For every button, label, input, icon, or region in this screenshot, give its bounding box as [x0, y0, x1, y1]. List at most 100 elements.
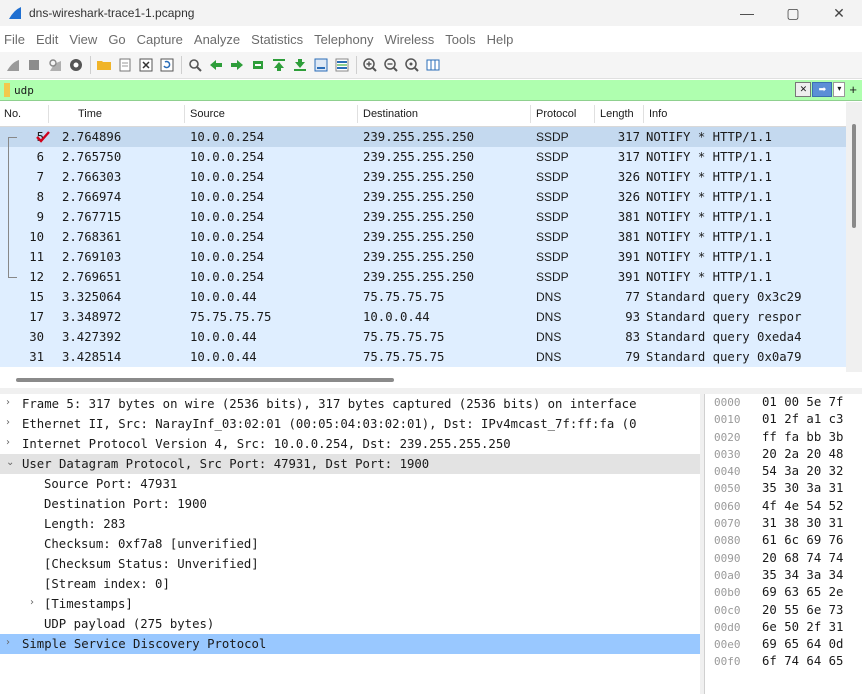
packet-row[interactable]: 7 2.766303 10.0.0.254 239.255.255.250 SSDP 32…	[0, 167, 862, 187]
stop-capture-icon[interactable]	[24, 55, 44, 75]
hex-row[interactable]: 00d0 6e 50 2f 31	[705, 619, 862, 636]
clear-filter-icon[interactable]: ✕	[795, 82, 812, 97]
packet-row[interactable]: 6 2.765750 10.0.0.254 239.255.255.250 SSDP 31…	[0, 147, 862, 167]
menu-statistics[interactable]: Statistics	[251, 32, 303, 47]
zoom-normal-icon[interactable]	[402, 55, 422, 75]
hex-row[interactable]: 00a0 35 34 3a 34	[705, 567, 862, 584]
expand-chevron-icon[interactable]: ›	[6, 637, 18, 648]
restart-capture-icon[interactable]	[45, 55, 65, 75]
hex-row[interactable]: 0050 35 30 3a 31	[705, 480, 862, 497]
hex-row[interactable]: 0060 4f 4e 54 52	[705, 498, 862, 515]
column-header-time[interactable]: Time	[78, 108, 102, 120]
menu-tools[interactable]: Tools	[445, 32, 475, 47]
detail-tree-item[interactable]: [Stream index: 0]	[0, 574, 700, 594]
detail-tree-item[interactable]: › Frame 5: 317 bytes on wire (2536 bits),…	[0, 394, 700, 414]
hex-row[interactable]: 0080 61 6c 69 76	[705, 532, 862, 549]
detail-tree-item[interactable]: › Simple Service Discovery Protocol	[0, 634, 700, 654]
packet-row[interactable]: 9 2.767715 10.0.0.254 239.255.255.250 SSDP 38…	[0, 207, 862, 227]
packet-list-vertical-scrollbar[interactable]	[846, 102, 862, 372]
colorize-icon[interactable]	[332, 55, 352, 75]
display-filter-bar[interactable]: udp ✕ ➡ ▾ +	[0, 80, 862, 101]
close-file-icon[interactable]	[136, 55, 156, 75]
go-back-icon[interactable]	[206, 55, 226, 75]
autoscroll-icon[interactable]	[311, 55, 331, 75]
filter-history-dropdown[interactable]: ▾	[833, 82, 846, 97]
menu-help[interactable]: Help	[487, 32, 514, 47]
go-to-packet-icon[interactable]	[248, 55, 268, 75]
detail-tree-item[interactable]: Length: 283	[0, 514, 700, 534]
expand-chevron-icon[interactable]: ›	[30, 597, 42, 608]
bookmark-icon[interactable]	[4, 83, 10, 97]
hex-row[interactable]: 0070 31 38 30 31	[705, 515, 862, 532]
hex-row[interactable]: 0040 54 3a 20 32	[705, 463, 862, 480]
detail-tree-item[interactable]: Destination Port: 1900	[0, 494, 700, 514]
packet-row[interactable]: 30 3.427392 10.0.0.44 75.75.75.75 DNS 83 Stand…	[0, 327, 862, 347]
packet-row[interactable]: 8 2.766974 10.0.0.254 239.255.255.250 SSDP 32…	[0, 187, 862, 207]
open-file-icon[interactable]	[94, 55, 114, 75]
menu-analyze[interactable]: Analyze	[194, 32, 240, 47]
detail-tree-item[interactable]: [Checksum Status: Unverified]	[0, 554, 700, 574]
column-header-length[interactable]: Length	[600, 108, 634, 120]
go-forward-icon[interactable]	[227, 55, 247, 75]
reload-file-icon[interactable]	[157, 55, 177, 75]
menu-edit[interactable]: Edit	[36, 32, 58, 47]
packet-row[interactable]: 15 3.325064 10.0.0.44 75.75.75.75 DNS 77 Stand…	[0, 287, 862, 307]
detail-tree-item[interactable]: › [Timestamps]	[0, 594, 700, 614]
save-file-icon[interactable]	[115, 55, 135, 75]
detail-tree-item[interactable]: ⌄ User Datagram Protocol, Src Port: 47931…	[0, 454, 700, 474]
detail-tree-item[interactable]: UDP payload (275 bytes)	[0, 614, 700, 634]
packet-row[interactable]: 17 3.348972 75.75.75.75 10.0.0.44 DNS 93 Stand…	[0, 307, 862, 327]
apply-filter-icon[interactable]: ➡	[812, 82, 833, 97]
hex-row[interactable]: 0090 20 68 74 74	[705, 550, 862, 567]
hex-row[interactable]: 0030 20 2a 20 48	[705, 446, 862, 463]
display-filter-input[interactable]: udp	[14, 84, 34, 97]
column-header-no[interactable]: No.	[4, 108, 21, 120]
find-packet-icon[interactable]	[185, 55, 205, 75]
column-header-protocol[interactable]: Protocol	[536, 108, 576, 120]
expand-chevron-icon[interactable]: ›	[6, 397, 18, 408]
packet-row[interactable]: 11 2.769103 10.0.0.254 239.255.255.250 SSDP 3…	[0, 247, 862, 267]
expand-chevron-icon[interactable]: ›	[6, 437, 18, 448]
packet-row[interactable]: 12 2.769651 10.0.0.254 239.255.255.250 SSDP 3…	[0, 267, 862, 287]
zoom-in-icon[interactable]	[360, 55, 380, 75]
expand-chevron-icon[interactable]: ›	[6, 417, 18, 428]
toolbar-separator	[181, 56, 182, 74]
hex-row[interactable]: 00b0 69 63 65 2e	[705, 584, 862, 601]
hex-row[interactable]: 0000 01 00 5e 7f	[705, 394, 862, 411]
packet-row[interactable]: 10 2.768361 10.0.0.254 239.255.255.250 SSDP 3…	[0, 227, 862, 247]
detail-tree-item[interactable]: › Ethernet II, Src: NarayInf_03:02:01 (00…	[0, 414, 700, 434]
hex-row[interactable]: 0010 01 2f a1 c3	[705, 411, 862, 428]
detail-tree-item[interactable]: Checksum: 0xf7a8 [unverified]	[0, 534, 700, 554]
start-capture-icon[interactable]	[3, 55, 23, 75]
menu-capture[interactable]: Capture	[137, 32, 183, 47]
menu-wireless[interactable]: Wireless	[384, 32, 434, 47]
close-button[interactable]: ✕	[816, 0, 862, 26]
capture-options-icon[interactable]	[66, 55, 86, 75]
minimize-button[interactable]: —	[724, 0, 770, 26]
packet-row[interactable]: 5 2.764896 10.0.0.254 239.255.255.250 SSDP 31…	[0, 127, 862, 147]
hex-row[interactable]: 00c0 20 55 6e 73	[705, 602, 862, 619]
column-header-info[interactable]: Info	[649, 108, 667, 120]
go-last-icon[interactable]	[290, 55, 310, 75]
zoom-out-icon[interactable]	[381, 55, 401, 75]
scrollbar-thumb[interactable]	[16, 378, 394, 382]
column-header-source[interactable]: Source	[190, 108, 225, 120]
hex-row[interactable]: 00e0 69 65 64 0d	[705, 636, 862, 653]
menu-view[interactable]: View	[69, 32, 97, 47]
packet-list-horizontal-scrollbar[interactable]	[0, 373, 846, 385]
add-filter-button-icon[interactable]: +	[849, 82, 857, 97]
resize-columns-icon[interactable]	[423, 55, 443, 75]
detail-tree-item[interactable]: › Internet Protocol Version 4, Src: 10.0.…	[0, 434, 700, 454]
menu-telephony[interactable]: Telephony	[314, 32, 373, 47]
menu-go[interactable]: Go	[108, 32, 125, 47]
packet-row[interactable]: 31 3.428514 10.0.0.44 75.75.75.75 DNS 79 Stand…	[0, 347, 862, 367]
collapse-chevron-icon[interactable]: ⌄	[6, 457, 18, 468]
scrollbar-thumb[interactable]	[852, 124, 856, 228]
hex-row[interactable]: 0020 ff fa bb 3b	[705, 429, 862, 446]
menu-file[interactable]: File	[4, 32, 25, 47]
go-first-icon[interactable]	[269, 55, 289, 75]
maximize-button[interactable]: ▢	[770, 0, 816, 26]
hex-row[interactable]: 00f0 6f 74 64 65	[705, 653, 862, 670]
detail-tree-item[interactable]: Source Port: 47931	[0, 474, 700, 494]
column-header-destination[interactable]: Destination	[363, 108, 418, 120]
